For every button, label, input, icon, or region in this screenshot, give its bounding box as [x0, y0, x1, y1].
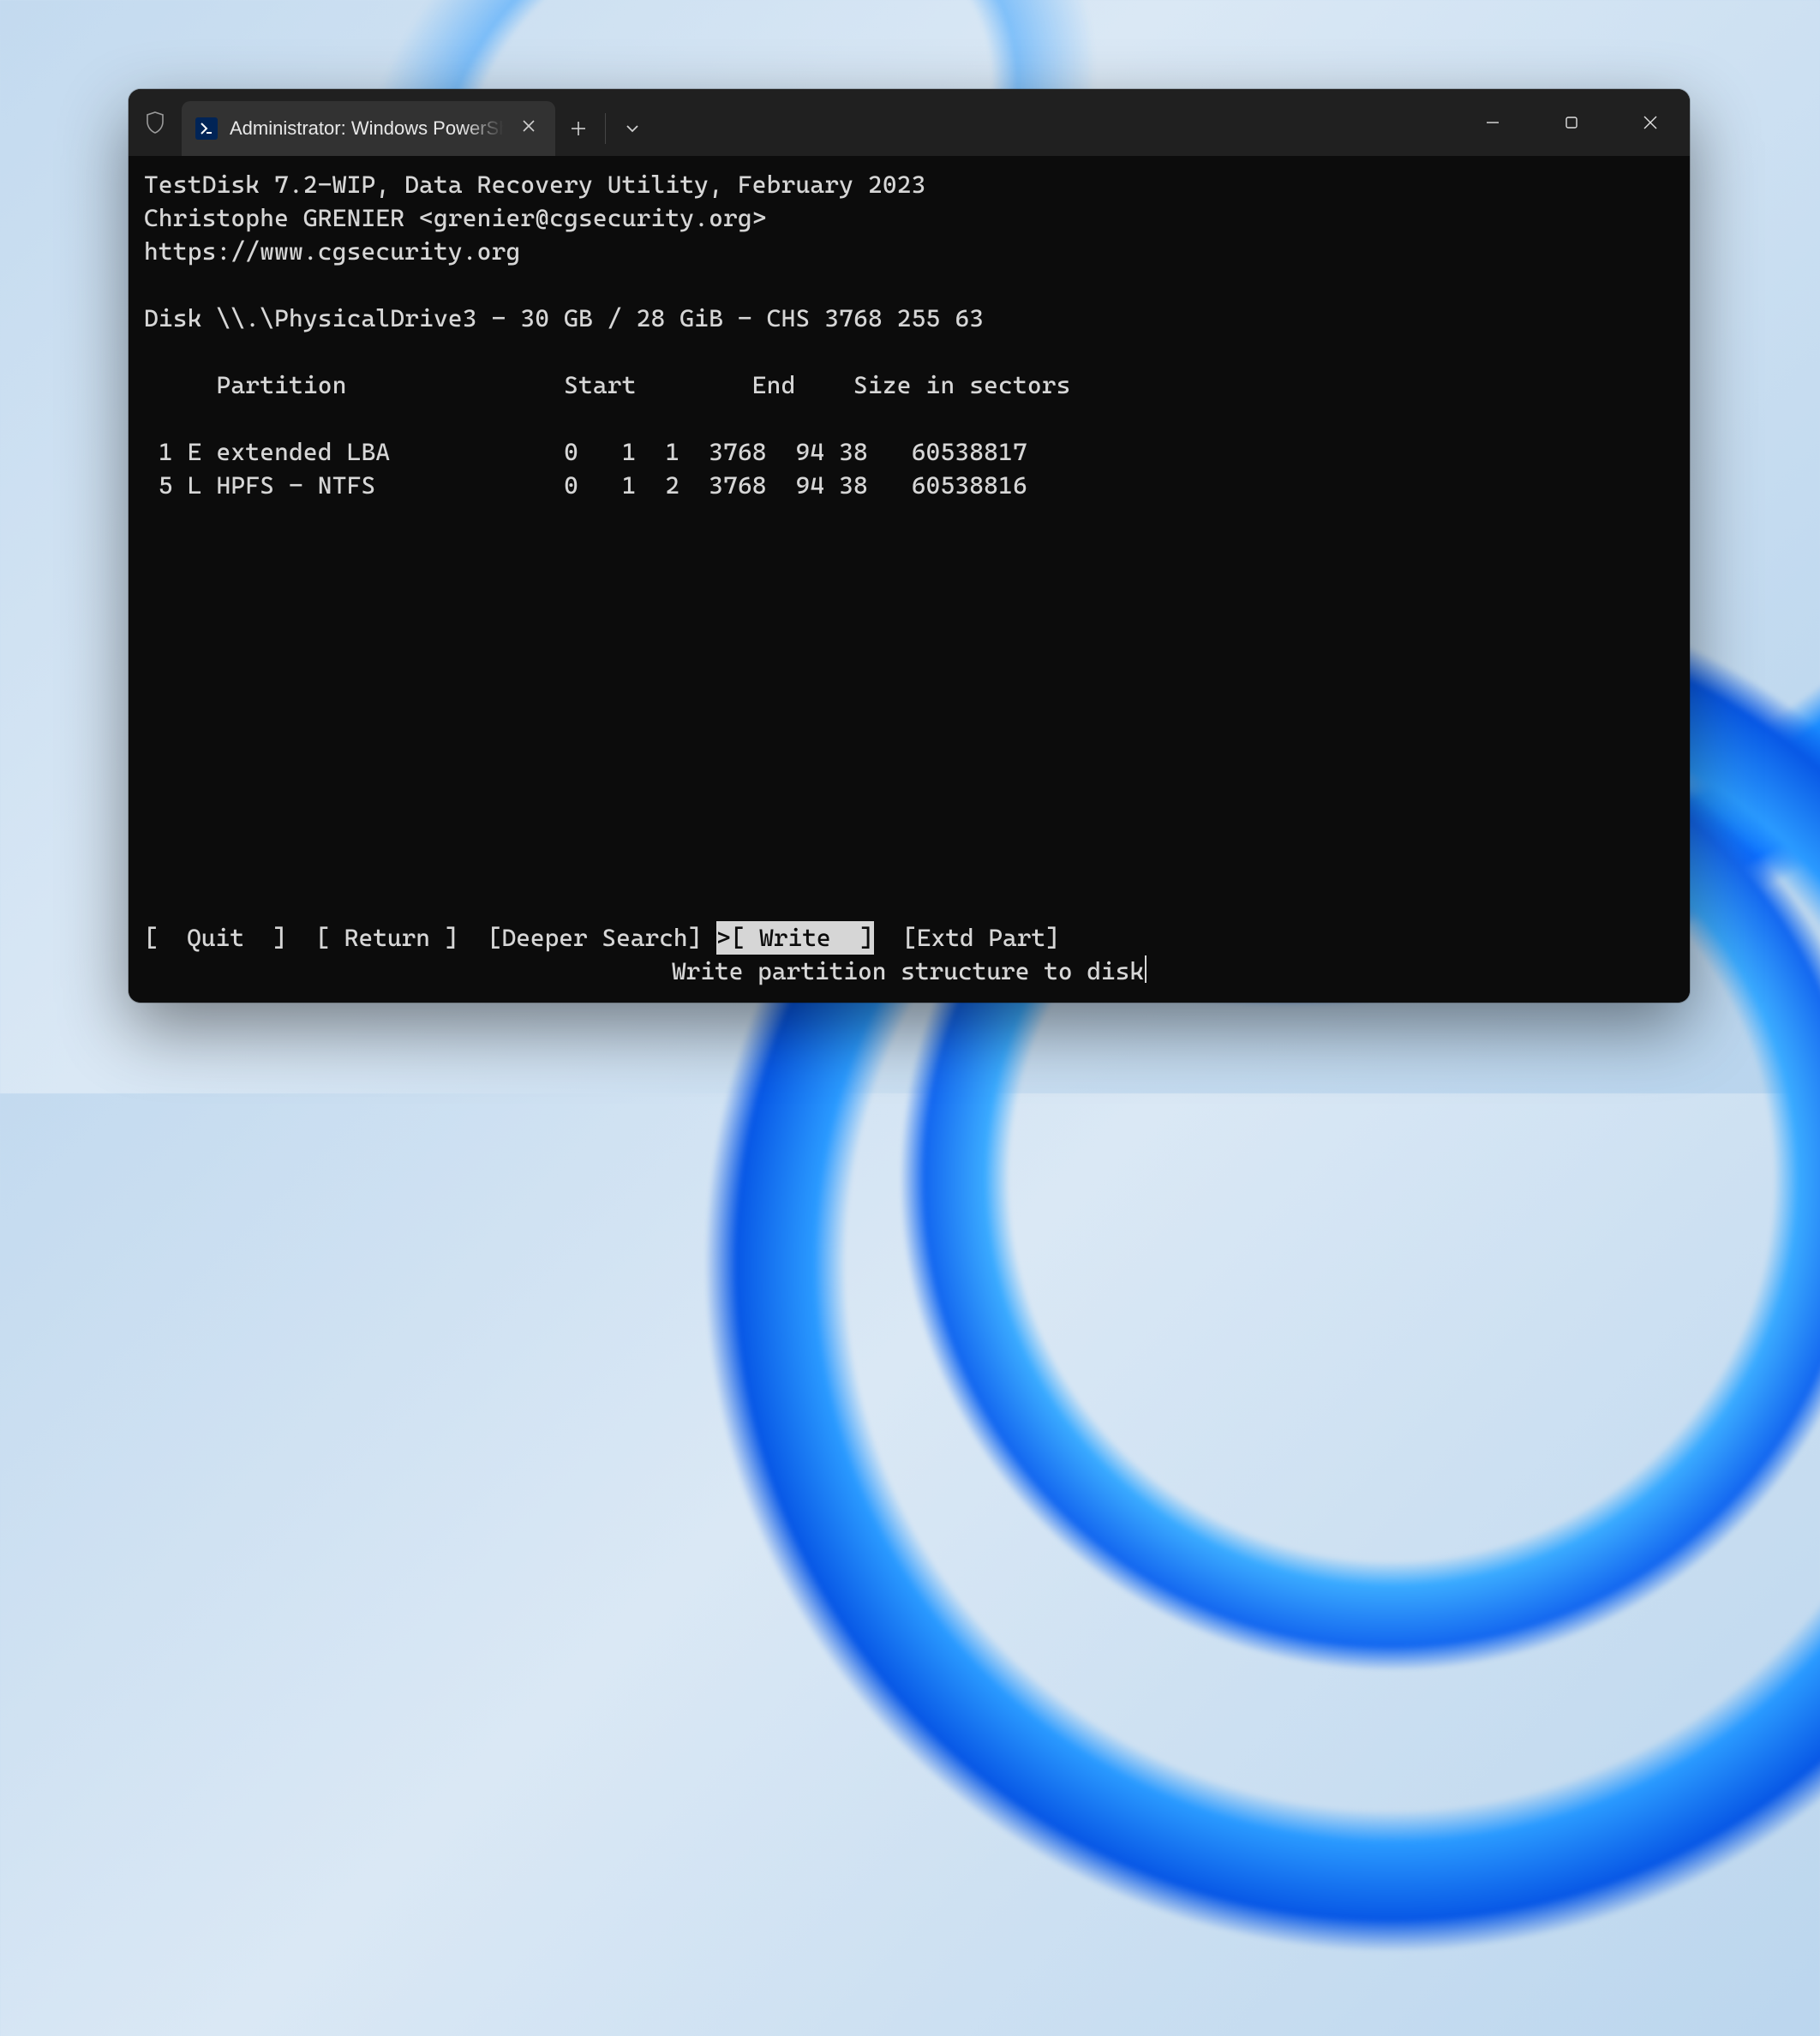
menu-write[interactable]: [ Write ]: [731, 921, 874, 955]
menu-write-prefix: >: [716, 921, 731, 955]
menu-row: [ Quit ] [ Return ] [Deeper Search] >[ W…: [144, 921, 1060, 955]
terminal-window: Administrator: Windows PowerShell TestDi…: [129, 89, 1690, 1003]
tab-title: Administrator: Windows PowerShell: [230, 117, 504, 140]
window-controls: [1453, 89, 1690, 156]
header-line-3: https://www.cgsecurity.org: [144, 237, 520, 266]
partition-row: 1 E extended LBA 0 1 1 3768 94 38 605388…: [144, 438, 1027, 466]
tab-powershell[interactable]: Administrator: Windows PowerShell: [182, 101, 555, 156]
menu-quit[interactable]: [ Quit ]: [144, 921, 287, 955]
close-window-button[interactable]: [1611, 89, 1690, 156]
tab-dropdown-button[interactable]: [609, 101, 656, 156]
shield-icon: [129, 89, 182, 156]
terminal-body[interactable]: TestDisk 7.2-WIP, Data Recovery Utility,…: [129, 156, 1690, 1003]
menu-return[interactable]: [ Return ]: [315, 921, 458, 955]
titlebar[interactable]: Administrator: Windows PowerShell: [129, 89, 1690, 156]
new-tab-button[interactable]: [555, 101, 602, 156]
menu-extd-part[interactable]: [Extd Part]: [902, 921, 1060, 955]
hint-text: Write partition structure to disk: [672, 957, 1144, 985]
header-line-2: Christophe GRENIER <grenier@cgsecurity.o…: [144, 204, 767, 232]
columns-header: Partition Start End Size in sectors: [144, 371, 1071, 399]
text-cursor: [1145, 955, 1146, 983]
disk-line: Disk \\.\PhysicalDrive3 - 30 GB / 28 GiB…: [144, 304, 984, 332]
menu-hint: Write partition structure to disk: [144, 955, 1674, 988]
minimize-button[interactable]: [1453, 89, 1532, 156]
terminal-output: TestDisk 7.2-WIP, Data Recovery Utility,…: [144, 168, 1674, 502]
powershell-icon: [195, 117, 218, 140]
titlebar-divider: [605, 113, 606, 144]
partition-row: 5 L HPFS - NTFS 0 1 2 3768 94 38 6053881…: [144, 471, 1027, 500]
tab-close-button[interactable]: [516, 113, 542, 144]
header-line-1: TestDisk 7.2-WIP, Data Recovery Utility,…: [144, 171, 926, 199]
maximize-button[interactable]: [1532, 89, 1611, 156]
menu-deeper-search[interactable]: [Deeper Search]: [488, 921, 703, 955]
